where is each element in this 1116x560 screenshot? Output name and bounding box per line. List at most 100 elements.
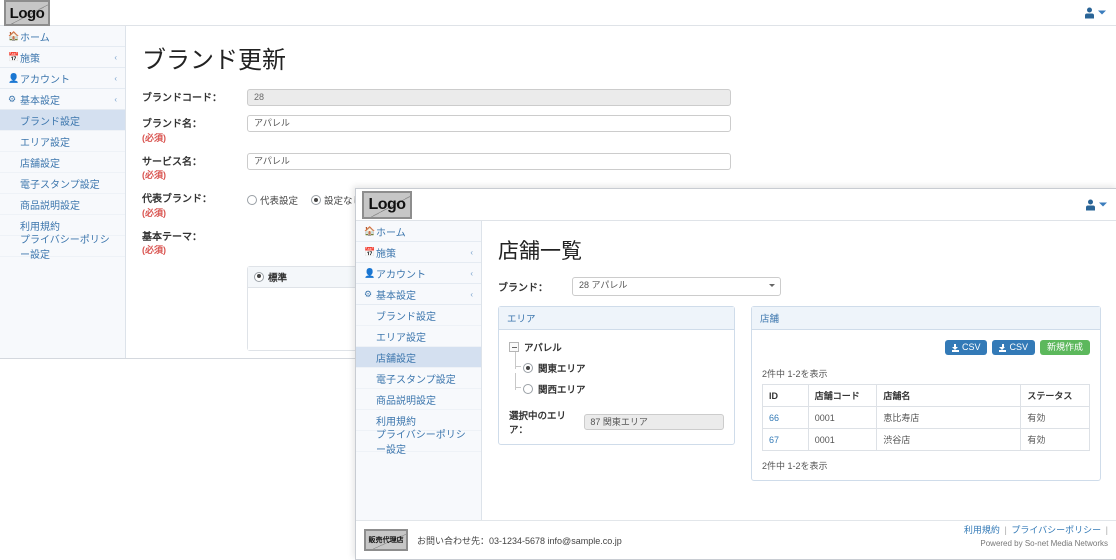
- footer-contact: お問い合わせ先：03-1234-5678 info@sample.co.jp: [417, 535, 622, 546]
- store-id-link[interactable]: 66: [769, 413, 779, 423]
- cell-store-name: 恵比寿店: [876, 406, 1022, 429]
- user-icon: 👤: [364, 267, 376, 278]
- sidebar-item-label: 施策: [376, 248, 396, 260]
- csv-download-button[interactable]: CSV: [944, 340, 988, 355]
- field-label: 基本テーマ： (必須): [142, 228, 247, 257]
- footer-link-privacy[interactable]: プライバシーポリシー: [1011, 525, 1101, 535]
- sidebar-item-area-settings[interactable]: エリア設定: [356, 326, 481, 347]
- chevron-left-icon: ‹: [114, 94, 117, 104]
- sidebar-item-measures[interactable]: 📅 施策 ‹: [0, 47, 125, 68]
- page-title: 店舗一覧: [498, 239, 582, 263]
- brand-code-input: 28: [247, 89, 731, 106]
- agent-logo: 販売代理店: [364, 529, 408, 551]
- logo: Logo: [362, 191, 412, 219]
- brand-name-input[interactable]: アパレル: [247, 115, 731, 132]
- sidebar-sub-label: ブランド設定: [20, 116, 80, 128]
- sidebar-item-product-desc-settings[interactable]: 商品説明設定: [0, 194, 125, 215]
- sidebar-item-basic-settings[interactable]: ⚙ 基本設定 ‹: [356, 284, 481, 305]
- sidebar-sub-label: プライバシーポリシー設定: [20, 235, 110, 261]
- field-label: サービス名： (必須): [142, 153, 247, 182]
- cell-status: 有効: [1020, 406, 1090, 429]
- user-menu-button[interactable]: [1086, 199, 1107, 210]
- field-label-text: 代表ブランド：: [142, 194, 212, 206]
- radio-icon[interactable]: [523, 384, 533, 394]
- gear-group-icon: ⚙: [364, 288, 373, 299]
- sidebar-item-store-settings[interactable]: 店舗設定: [356, 347, 481, 368]
- footer-link-terms[interactable]: 利用規約: [964, 525, 1000, 535]
- sidebar-item-brand-settings[interactable]: ブランド設定: [0, 110, 125, 131]
- area-tree-root-label: アパレル: [524, 343, 562, 354]
- field-label: ブランドコード：: [142, 93, 222, 104]
- table-row: 66 0001 恵比寿店 有効: [762, 406, 1090, 429]
- user-menu-button[interactable]: [1085, 7, 1106, 18]
- area-panel-title: エリア: [499, 307, 734, 330]
- sidebar-item-account[interactable]: 👤 アカウント ‹: [0, 68, 125, 89]
- chevron-left-icon: ‹: [470, 268, 473, 278]
- brand-select[interactable]: 28 アパレル: [572, 277, 781, 296]
- sidebar-item-home[interactable]: 🏠 ホーム: [0, 26, 125, 47]
- area-tree-item-kansai[interactable]: 関西エリア: [515, 373, 724, 396]
- sidebar-item-privacy-settings[interactable]: プライバシーポリシー設定: [0, 235, 125, 261]
- sidebar-item-area-settings[interactable]: エリア設定: [0, 131, 125, 152]
- radio-label: 代表設定: [260, 196, 299, 208]
- sidebar-sub-label: 商品説明設定: [376, 395, 436, 407]
- store-table: ID 店舗コード 店舗名 ステータス 66 0001 恵比寿店 有効 67 00…: [762, 384, 1090, 451]
- sidebar-sub-label: エリア設定: [376, 332, 426, 344]
- page-title: ブランド更新: [142, 46, 286, 74]
- sidebar-item-brand-settings[interactable]: ブランド設定: [356, 305, 481, 326]
- radio-icon-selected[interactable]: [523, 363, 533, 373]
- radio-rep-setting[interactable]: 代表設定: [247, 193, 298, 207]
- sidebar-item-measures[interactable]: 📅 施策 ‹: [356, 242, 481, 263]
- selected-area-label: 選択中のエリア：: [509, 411, 567, 436]
- sidebar-item-store-settings[interactable]: 店舗設定: [0, 152, 125, 173]
- cell-store-code: 0001: [807, 406, 878, 429]
- sidebar-item-basic-settings[interactable]: ⚙ 基本設定 ‹: [0, 89, 125, 110]
- brand-filter-row: ブランド： 28 アパレル: [498, 277, 1101, 296]
- cell-id[interactable]: 66: [762, 406, 809, 429]
- new-create-button[interactable]: 新規作成: [1039, 340, 1090, 355]
- sidebar-sub-label: 電子スタンプ設定: [376, 374, 456, 386]
- store-list-window[interactable]: Logo 🏠 ホーム 📅 施策 ‹ 👤 アカウント ‹ ⚙ 基本設定 ‹ ブラン…: [355, 188, 1116, 560]
- upload-icon: [999, 343, 1007, 352]
- field-label-text: 基本テーマ：: [142, 231, 202, 243]
- logo-text: Logo: [9, 4, 45, 22]
- sidebar-item-estamp-settings[interactable]: 電子スタンプ設定: [0, 173, 125, 194]
- gear-group-icon: ⚙: [8, 93, 17, 104]
- required-mark: (必須): [142, 132, 166, 143]
- sidebar-item-privacy-settings[interactable]: プライバシーポリシー設定: [356, 430, 481, 456]
- footer-links: 利用規約 | プライバシーポリシー |: [962, 523, 1108, 536]
- field-label: ブランド名： (必須): [142, 115, 247, 144]
- user-icon: [1086, 199, 1095, 210]
- chevron-left-icon: ‹: [470, 247, 473, 257]
- calendar-icon: 📅: [364, 246, 376, 257]
- radio-icon: [247, 195, 257, 206]
- column-header-status: ステータス: [1020, 384, 1090, 407]
- selected-area-value: 87 関東エリア: [584, 414, 724, 430]
- logo: Logo: [4, 0, 50, 26]
- selected-area-row: 選択中のエリア： 87 関東エリア: [509, 408, 724, 436]
- table-row: 67 0001 渋谷店 有効: [762, 428, 1090, 451]
- cell-id[interactable]: 67: [762, 428, 809, 451]
- csv-upload-button[interactable]: CSV: [992, 340, 1035, 355]
- button-label: 新規作成: [1046, 342, 1083, 352]
- sidebar-item-estamp-settings[interactable]: 電子スタンプ設定: [356, 368, 481, 389]
- field-brand-name: ブランド名： (必須) アパレル: [142, 115, 1100, 144]
- radio-icon-selected[interactable]: [254, 271, 264, 282]
- cell-store-name: 渋谷店: [876, 428, 1022, 451]
- sidebar-item-account[interactable]: 👤 アカウント ‹: [356, 263, 481, 284]
- brand-filter-label: ブランド：: [498, 283, 548, 294]
- service-name-input[interactable]: アパレル: [247, 152, 731, 170]
- cell-status: 有効: [1020, 428, 1090, 451]
- user-icon: [1085, 7, 1094, 18]
- area-tree-root[interactable]: アパレル: [509, 340, 724, 354]
- button-label: CSV: [961, 342, 981, 352]
- sidebar-item-product-desc-settings[interactable]: 商品説明設定: [356, 389, 481, 410]
- download-icon: [951, 343, 959, 352]
- expand-minus-icon[interactable]: [509, 342, 519, 352]
- area-tree-item-kanto[interactable]: 関東エリア: [515, 352, 724, 375]
- store-id-link[interactable]: 67: [769, 435, 779, 445]
- sidebar-item-home[interactable]: 🏠 ホーム: [356, 221, 481, 242]
- sidebar-item-label: ホーム: [20, 32, 50, 44]
- footer-link-separator: |: [1105, 525, 1108, 535]
- store-panel-title: 店舗: [752, 307, 1100, 330]
